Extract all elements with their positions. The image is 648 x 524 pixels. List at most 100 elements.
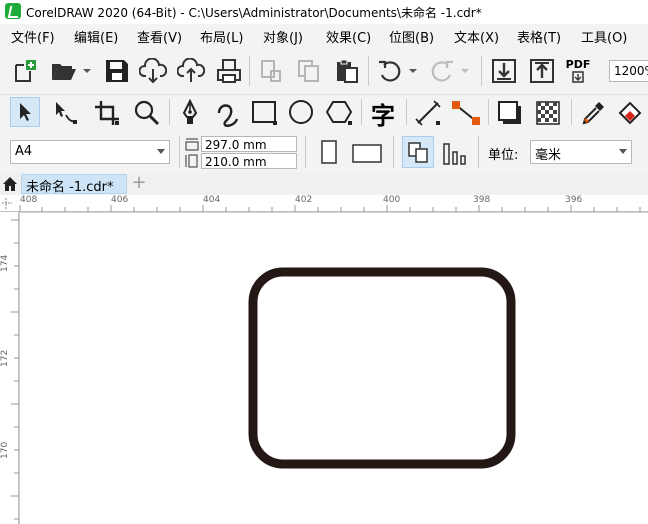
pick-tool-button[interactable] xyxy=(10,97,40,127)
dimension-tool-icon[interactable] xyxy=(414,99,444,127)
artistic-media-tool-icon[interactable] xyxy=(213,99,243,127)
menu-table[interactable]: 表格(T) xyxy=(517,27,561,46)
page-height-icon xyxy=(185,154,199,168)
color-eyedropper-icon[interactable] xyxy=(579,99,609,127)
toolbar-separator xyxy=(368,56,369,86)
export-icon[interactable] xyxy=(529,58,555,84)
propbar-separator xyxy=(393,136,394,168)
undo-icon[interactable] xyxy=(376,58,404,84)
menu-object[interactable]: 对象(J) xyxy=(263,27,303,46)
page-width-icon xyxy=(185,138,199,152)
zoom-tool-magnifier-icon[interactable] xyxy=(133,99,161,127)
drawing-canvas[interactable] xyxy=(20,213,648,524)
page-size-value: A4 xyxy=(15,144,33,159)
chevron-down-icon xyxy=(619,149,627,154)
window-title: CorelDRAW 2020 (64-Bit) - C:\Users\Admin… xyxy=(26,6,482,20)
all-pages-layout-icon[interactable] xyxy=(402,136,434,168)
publish-to-pdf-button[interactable]: PDF xyxy=(564,56,592,86)
polygon-tool-icon[interactable] xyxy=(325,99,355,127)
new-document-icon[interactable] xyxy=(12,58,38,84)
menu-view[interactable]: 查看(V) xyxy=(137,27,182,46)
toolbox-separator xyxy=(571,99,572,125)
copy-disabled-icon[interactable] xyxy=(296,58,322,84)
menu-bitmap[interactable]: 位图(B) xyxy=(389,27,434,46)
menu-tools[interactable]: 工具(O) xyxy=(581,27,627,46)
transparency-tool-icon[interactable] xyxy=(534,99,564,127)
pointer-arrow-icon xyxy=(20,103,31,121)
open-folder-icon[interactable] xyxy=(50,58,78,84)
portrait-orientation-icon[interactable] xyxy=(316,138,342,166)
shape-tool-icon[interactable] xyxy=(50,99,80,127)
print-icon[interactable] xyxy=(215,58,243,84)
ruler-h-label: 404 xyxy=(203,195,221,205)
ruler-h-label: 402 xyxy=(295,195,313,205)
coreldraw-app-icon xyxy=(5,3,21,19)
canvas-drawing xyxy=(248,267,516,469)
horizontal-ruler[interactable]: 408 406 404 402 400 398 396 xyxy=(0,195,648,213)
ruler-h-label: 400 xyxy=(383,195,401,205)
ellipse-tool-icon[interactable] xyxy=(287,99,317,127)
menu-text[interactable]: 文本(X) xyxy=(454,27,499,46)
cut-disabled-icon[interactable] xyxy=(258,58,284,84)
units-value: 毫米 xyxy=(535,148,562,163)
welcome-home-icon[interactable] xyxy=(2,176,18,192)
ruler-h-label: 406 xyxy=(111,195,129,205)
zoom-level-value: 1200% xyxy=(614,64,648,78)
ruler-v-label: 170 xyxy=(0,441,10,459)
propbar-separator xyxy=(478,136,479,168)
tab-document[interactable]: 未命名 -1.cdr* xyxy=(21,174,127,195)
ruler-origin-corner-icon[interactable] xyxy=(0,195,19,212)
open-recent-chevron-down-icon[interactable] xyxy=(82,66,92,76)
title-bar: CorelDRAW 2020 (64-Bit) - C:\Users\Admin… xyxy=(0,0,648,22)
add-tab-plus-icon[interactable]: + xyxy=(130,174,148,193)
units-select[interactable]: 毫米 xyxy=(530,140,632,164)
toolbox-separator xyxy=(361,99,362,125)
ruler-v-label: 174 xyxy=(0,254,10,272)
rectangle-tool-icon[interactable] xyxy=(250,99,280,127)
standard-toolbar: PDF 1200% xyxy=(0,46,648,95)
propbar-separator xyxy=(179,136,180,168)
redo-chevron-down-icon[interactable] xyxy=(460,66,470,76)
crop-tool-icon[interactable] xyxy=(93,99,121,127)
landscape-orientation-icon[interactable] xyxy=(350,140,384,166)
import-icon[interactable] xyxy=(491,58,517,84)
pdf-label: PDF xyxy=(565,58,591,71)
text-tool-icon[interactable]: 字 xyxy=(368,99,398,130)
toolbox: 字 xyxy=(0,95,648,132)
page-width-field[interactable]: 297.0 mm xyxy=(201,136,297,152)
zoom-level-field[interactable]: 1200% xyxy=(609,60,648,82)
page-height-field[interactable]: 210.0 mm xyxy=(201,153,297,169)
save-icon[interactable] xyxy=(104,58,130,84)
undo-chevron-down-icon[interactable] xyxy=(408,66,418,76)
drop-shadow-tool-icon[interactable] xyxy=(496,99,526,127)
toolbox-separator xyxy=(406,99,407,125)
toolbox-separator xyxy=(169,99,170,125)
menu-edit[interactable]: 编辑(E) xyxy=(74,27,118,46)
pdf-file-icon xyxy=(572,71,584,83)
page-size-select[interactable]: A4 xyxy=(10,140,170,164)
menu-layout[interactable]: 布局(L) xyxy=(200,27,243,46)
toolbar-separator xyxy=(481,56,482,86)
rounded-rectangle-shape[interactable] xyxy=(248,267,516,469)
ruler-v-label: 172 xyxy=(0,349,10,367)
chevron-down-icon xyxy=(157,149,165,154)
document-tab-bar: 未命名 -1.cdr* + xyxy=(0,173,648,195)
page-height-value: 210.0 mm xyxy=(205,155,267,169)
vertical-ruler[interactable]: 174 172 170 xyxy=(0,212,20,524)
paste-icon[interactable] xyxy=(334,58,360,84)
menu-file[interactable]: 文件(F) xyxy=(11,27,55,46)
redo-disabled-icon[interactable] xyxy=(428,58,456,84)
ruler-h-label: 398 xyxy=(473,195,491,205)
cloud-download-icon[interactable] xyxy=(139,58,167,84)
tab-document-label: 未命名 -1.cdr* xyxy=(26,180,114,195)
interactive-fill-icon[interactable] xyxy=(616,99,646,127)
ruler-h-label: 396 xyxy=(565,195,583,205)
page-width-value: 297.0 mm xyxy=(205,138,267,152)
freehand-pen-tool-icon[interactable] xyxy=(176,99,204,127)
cloud-upload-icon[interactable] xyxy=(177,58,205,84)
current-page-layout-icon[interactable] xyxy=(440,138,470,168)
menu-effects[interactable]: 效果(C) xyxy=(326,27,371,46)
connector-tool-icon[interactable] xyxy=(450,99,482,127)
ruler-h-label: 408 xyxy=(20,195,38,205)
menu-bar: 文件(F) 编辑(E) 查看(V) 布局(L) 对象(J) 效果(C) 位图(B… xyxy=(0,24,648,46)
